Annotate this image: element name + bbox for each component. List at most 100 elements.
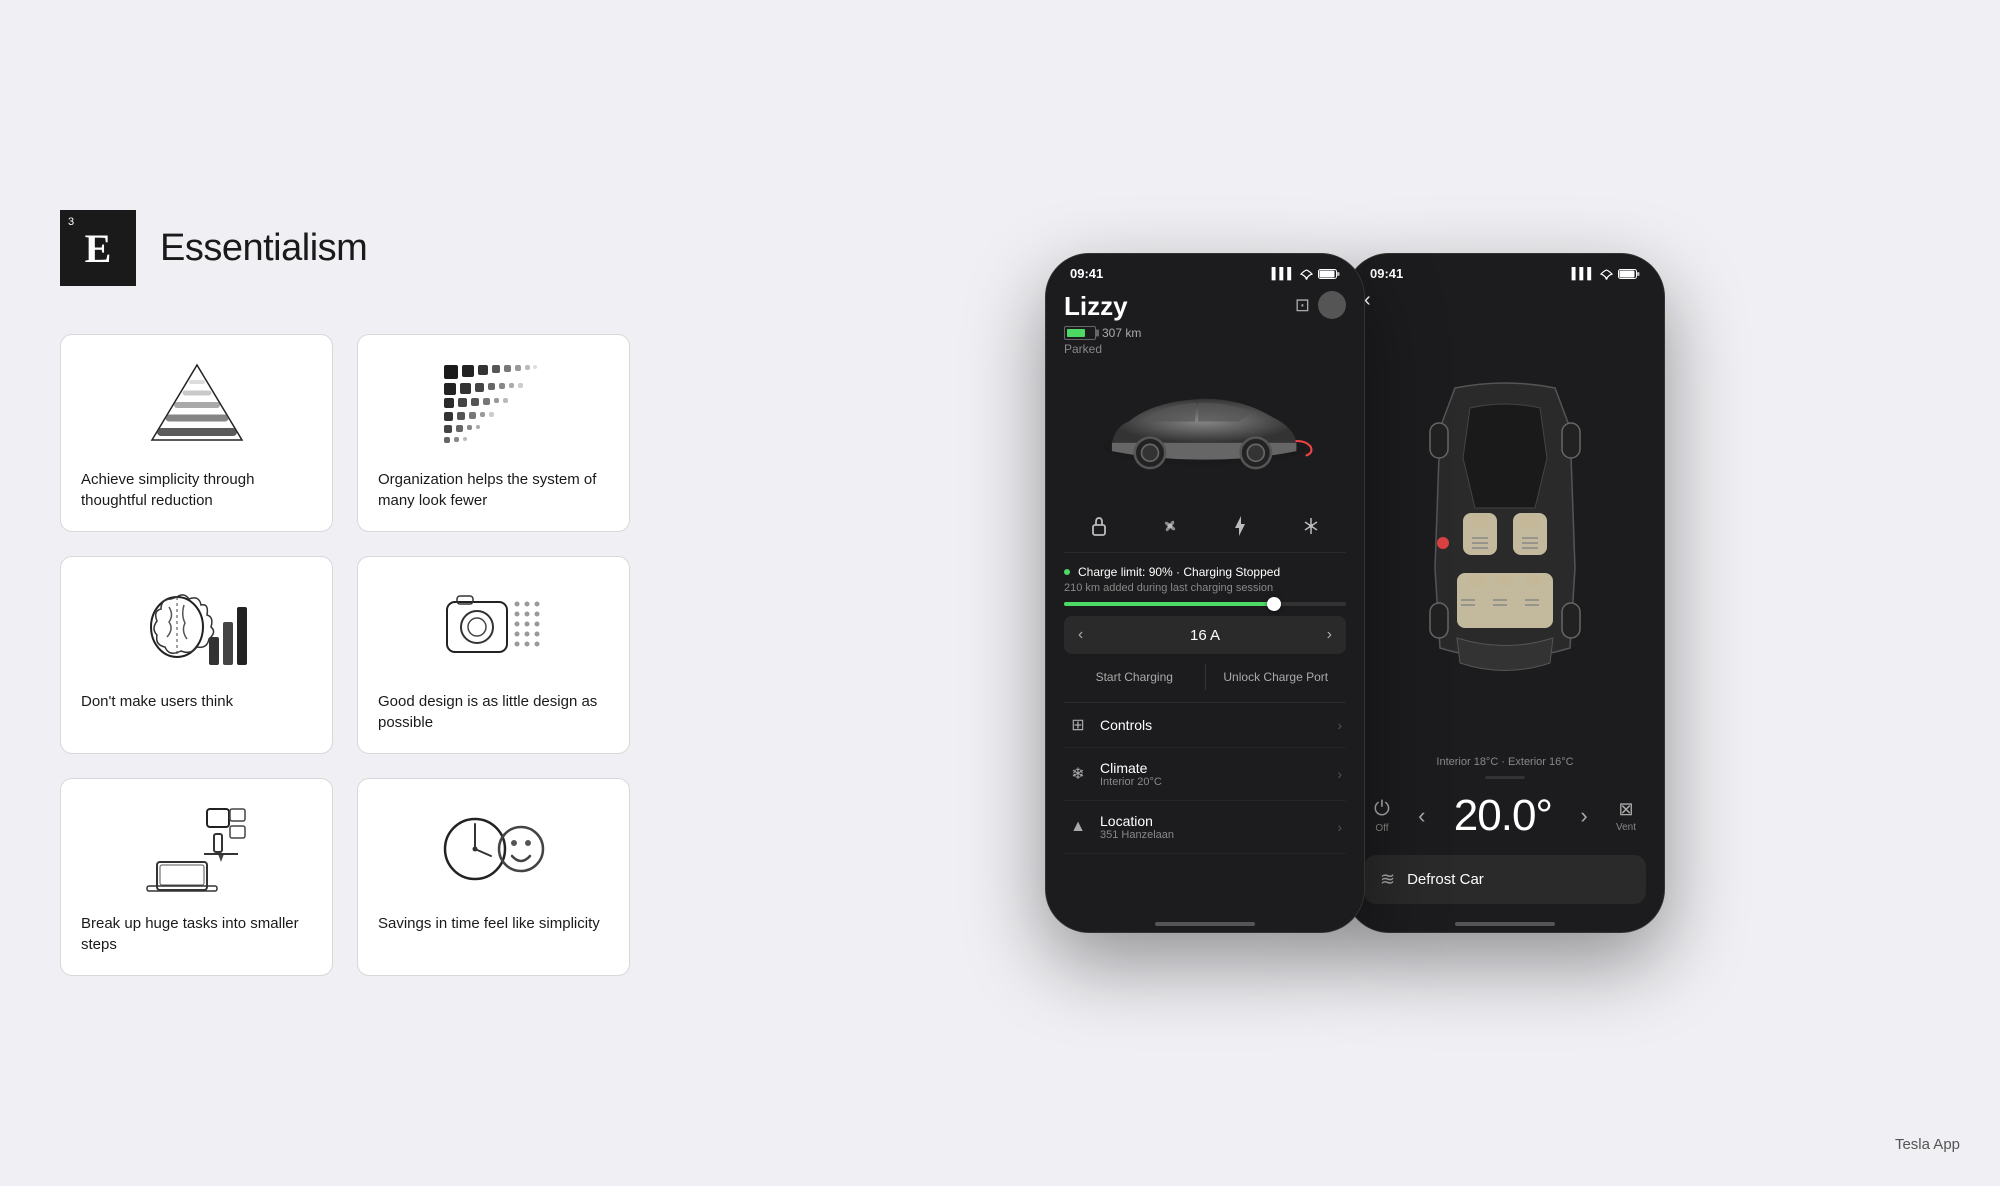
battery-tip — [1096, 330, 1099, 337]
principle-label-4: Good design is as little design as possi… — [378, 691, 609, 733]
tesla-app-label: Tesla App — [1895, 1136, 1960, 1153]
controls-content: Controls — [1100, 717, 1325, 733]
battery-icon-2 — [1618, 268, 1640, 280]
phone2-back-button[interactable]: ‹ — [1346, 285, 1664, 320]
start-charging-button[interactable]: Start Charging — [1064, 664, 1205, 690]
page-container: 3 E Essentialism Achieve sim — [20, 23, 1980, 1163]
amps-text: 16 A — [1190, 627, 1220, 644]
signal-icon: ▌▌▌ — [1272, 268, 1295, 280]
quick-actions — [1064, 500, 1346, 553]
charge-subtext: 210 km added during last charging sessio… — [1064, 582, 1346, 594]
temp-decrease-button[interactable]: ‹ — [1418, 803, 1425, 829]
phone2-screen: 09:41 ▌▌▌ ‹ — [1346, 254, 1664, 932]
phone-1: 09:41 ▌▌▌ — [1045, 253, 1365, 933]
temp-control: ⏻ Off ‹ 20.0° › ⊠ Vent — [1364, 791, 1646, 841]
phone1-content: Lizzy 307 km Parked — [1046, 285, 1364, 912]
charge-limit-text: Charge limit: 90% · Charging Stopped — [1078, 565, 1280, 579]
temp-info: Interior 18°C · Exterior 16°C — [1364, 756, 1646, 768]
temp-display: 20.0° — [1454, 791, 1552, 841]
user-avatar[interactable] — [1318, 291, 1346, 319]
logo-box: 3 E — [60, 210, 136, 286]
charge-info-row: Charge limit: 90% · Charging Stopped — [1064, 565, 1346, 579]
controls-title: Controls — [1100, 717, 1325, 733]
climate-menu-item[interactable]: ❄ Climate Interior 20°C › — [1064, 748, 1346, 801]
defrost-icon: ≋ — [1380, 869, 1395, 890]
phones-container: 09:41 ▌▌▌ — [1035, 23, 1675, 1163]
fan-action[interactable] — [1152, 508, 1188, 544]
left-panel: 3 E Essentialism Achieve sim — [20, 190, 670, 996]
phone1-screen: 09:41 ▌▌▌ — [1046, 254, 1364, 932]
vent-label: Vent — [1616, 822, 1636, 833]
car-info: Lizzy 307 km Parked — [1064, 291, 1141, 356]
charge-handle[interactable] — [1267, 597, 1281, 611]
defrost-item[interactable]: ≋ Defrost Car — [1364, 855, 1646, 904]
car-battery: 307 km — [1064, 326, 1141, 340]
phone2-content: Interior 18°C · Exterior 16°C ⏻ Off ‹ 20… — [1346, 320, 1664, 912]
clock-face-icon — [378, 799, 609, 899]
charge-bar-container — [1064, 602, 1346, 606]
power-label: Off — [1375, 823, 1388, 834]
phone1-home-indicator — [1046, 912, 1364, 932]
car-header: Lizzy 307 km Parked — [1064, 285, 1346, 360]
lock-action[interactable] — [1081, 508, 1117, 544]
amps-decrease-button[interactable]: ‹ — [1078, 626, 1083, 644]
battery-fill — [1067, 329, 1085, 337]
pyramid-icon — [81, 355, 312, 455]
logo-letter: E — [85, 225, 112, 272]
location-sub: 351 Hanzelaan — [1100, 829, 1325, 841]
location-content: Location 351 Hanzelaan — [1100, 813, 1325, 841]
car-image-area — [1064, 360, 1346, 500]
charge-limit-row: ‹ 16 A › — [1064, 616, 1346, 654]
phone2-status-icons: ▌▌▌ — [1572, 268, 1640, 280]
principle-card-6: Savings in time feel like simplicity — [357, 778, 630, 976]
logo-number: 3 — [68, 216, 74, 228]
phone1-time: 09:41 — [1070, 266, 1103, 281]
location-icon: ▲ — [1068, 818, 1088, 836]
lightning-action[interactable] — [1222, 508, 1258, 544]
car-icons-top: ⊡ — [1295, 291, 1346, 319]
unlock-charge-port-button[interactable]: Unlock Charge Port — [1205, 664, 1347, 690]
controls-menu-item[interactable]: ⊞ Controls › — [1064, 703, 1346, 748]
principle-label-2: Organization helps the system of many lo… — [378, 469, 609, 511]
header: 3 E Essentialism — [60, 210, 630, 286]
principle-label-3: Don't make users think — [81, 691, 312, 712]
principle-card-1: Achieve simplicity through thoughtful re… — [60, 334, 333, 532]
amps-increase-button[interactable]: › — [1327, 626, 1332, 644]
phone1-status-bar: 09:41 ▌▌▌ — [1046, 254, 1364, 285]
phone2-time: 09:41 — [1370, 266, 1403, 281]
principle-label-1: Achieve simplicity through thoughtful re… — [81, 469, 312, 511]
vent-icon[interactable]: ⊠ — [1618, 799, 1633, 820]
principle-card-2: Organization helps the system of many lo… — [357, 334, 630, 532]
climate-action[interactable] — [1293, 508, 1329, 544]
page-title: Essentialism — [160, 227, 367, 270]
car-silhouette-svg — [1085, 375, 1325, 485]
car-name: Lizzy — [1064, 291, 1141, 322]
car-top-svg — [1375, 368, 1635, 708]
principle-card-4: Good design is as little design as possi… — [357, 556, 630, 754]
charge-buttons: Start Charging Unlock Charge Port — [1064, 664, 1346, 690]
principle-label-5: Break up huge tasks into smaller steps — [81, 913, 312, 955]
location-menu-item[interactable]: ▲ Location 351 Hanzelaan › — [1064, 801, 1346, 854]
temp-increase-button[interactable]: › — [1580, 803, 1587, 829]
charge-bar-fill — [1064, 602, 1276, 606]
phone2-home-bar — [1455, 922, 1555, 926]
signal-icon-2: ▌▌▌ — [1572, 268, 1595, 280]
camera-dots-icon — [378, 577, 609, 677]
defrost-text: Defrost Car — [1407, 871, 1484, 888]
phones-section: 09:41 ▌▌▌ — [730, 23, 1980, 1163]
brain-bars-icon — [81, 577, 312, 677]
power-icon[interactable]: ⏻ — [1374, 798, 1390, 821]
battery-bar — [1064, 326, 1096, 340]
menu-items: ⊞ Controls › ❄ Climate Interior 2 — [1064, 703, 1346, 912]
car-settings-icon[interactable]: ⊡ — [1295, 295, 1310, 316]
climate-panel: Interior 18°C · Exterior 16°C ⏻ Off ‹ 20… — [1346, 756, 1664, 912]
km-text: 307 km — [1102, 326, 1141, 340]
parked-text: Parked — [1064, 342, 1141, 356]
dots-grid-icon — [378, 355, 609, 455]
battery-icon — [1318, 268, 1340, 280]
climate-chevron-icon: › — [1337, 766, 1342, 782]
phone-2: 09:41 ▌▌▌ ‹ — [1345, 253, 1665, 933]
principles-grid: Achieve simplicity through thoughtful re… — [60, 334, 630, 976]
climate-content: Climate Interior 20°C — [1100, 760, 1325, 788]
phone1-home-bar — [1155, 922, 1255, 926]
